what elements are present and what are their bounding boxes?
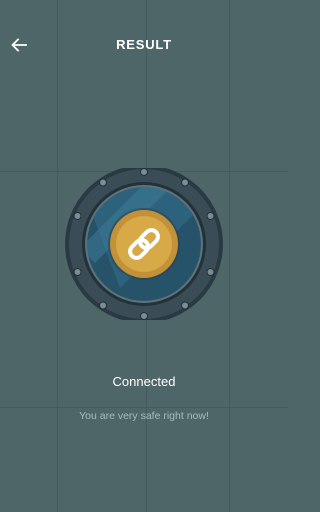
connection-status: Connected <box>112 374 176 389</box>
app-header: RESULT <box>0 0 288 90</box>
page-title: RESULT <box>116 37 172 52</box>
porthole-graphic <box>65 168 223 320</box>
safety-message: You are very safe right now! <box>79 410 209 422</box>
